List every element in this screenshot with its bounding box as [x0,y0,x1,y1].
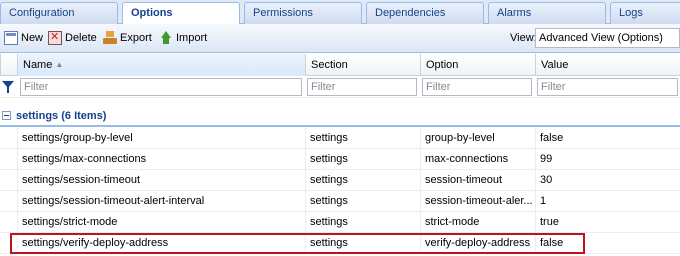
filter-section-input[interactable]: Filter [307,78,417,96]
tab-permissions[interactable]: Permissions [244,2,362,24]
table-row[interactable]: settings/max-connections settings max-co… [0,149,680,170]
filter-section-placeholder: Filter [311,81,336,93]
cell-value: 99 [535,149,680,170]
view-select-value: Advanced View (Options) [539,32,663,44]
table-row[interactable]: settings/strict-mode settings strict-mod… [0,212,680,233]
tab-alarms-label: Alarms [497,7,532,19]
delete-button-label: Delete [65,32,97,44]
tab-logs[interactable]: Logs [610,2,680,24]
cell-name: settings/max-connections [17,149,305,170]
collapse-icon[interactable] [2,111,11,120]
cell-option: session-timeout-aler... [420,191,535,212]
cell-section: settings [305,191,420,212]
view-label: View: [510,32,537,44]
import-button-label: Import [176,32,208,44]
view-select[interactable]: Advanced View (Options) [535,28,680,48]
filter-value-placeholder: Filter [541,81,566,93]
cell-name: settings/session-timeout [17,170,305,191]
cell-value: false [535,128,680,149]
import-button[interactable]: Import [159,30,207,46]
cell-section: settings [305,149,420,170]
cell-section: settings [305,233,420,254]
cell-value: false [535,233,680,254]
cell-section: settings [305,170,420,191]
tab-configuration-label: Configuration [9,7,75,19]
tab-dependencies[interactable]: Dependencies [366,2,484,24]
cell-option: max-connections [420,149,535,170]
filter-option-input[interactable]: Filter [422,78,532,96]
table-row[interactable]: settings/session-timeout settings sessio… [0,170,680,191]
cell-value: true [535,212,680,233]
export-button[interactable]: Export [103,30,152,46]
cell-option: group-by-level [420,128,535,149]
table-row[interactable]: settings/group-by-level settings group-b… [0,128,680,149]
column-header-value-label: Value [541,59,569,71]
column-header-name[interactable]: Name ▲ [17,54,305,76]
filter-row: Filter Filter Filter Filter [0,76,680,98]
table-row[interactable]: settings/verify-deploy-address settings … [0,233,680,254]
cell-section: settings [305,212,420,233]
filter-option-placeholder: Filter [426,81,451,93]
cell-option: verify-deploy-address [420,233,535,254]
new-document-icon [4,31,18,45]
cell-name: settings/session-timeout-alert-interval [17,191,305,212]
tab-options[interactable]: Options [122,2,240,25]
column-header-option-label: Option [426,59,459,71]
cell-option: session-timeout [420,170,535,191]
cell-value: 30 [535,170,680,191]
sort-ascending-icon: ▲ [55,60,64,69]
filter-funnel-icon [2,81,14,93]
export-icon [103,31,117,45]
column-header-value[interactable]: Value [535,54,680,76]
new-button-label: New [21,32,44,44]
cell-name: settings/strict-mode [17,212,305,233]
group-header-settings[interactable]: settings (6 Items) [0,107,680,127]
header-spacer [0,54,17,76]
filter-value-input[interactable]: Filter [537,78,678,96]
import-icon [159,31,173,45]
column-header-option[interactable]: Option [420,54,535,76]
grid-header: Name ▲ Section Option Value [0,54,680,76]
tab-bar: Configuration Options Permissions Depend… [0,0,680,25]
column-header-section-label: Section [311,59,348,71]
cell-name: settings/group-by-level [17,128,305,149]
column-header-name-label: Name [23,59,53,71]
column-header-section[interactable]: Section [305,54,420,76]
tab-permissions-label: Permissions [253,7,313,19]
group-title: settings (6 Items) [16,110,107,122]
filter-name-input[interactable]: Filter [20,78,302,96]
tab-configuration[interactable]: Configuration [0,2,118,24]
export-button-label: Export [120,32,152,44]
new-button[interactable]: New [4,30,43,46]
cell-section: settings [305,128,420,149]
delete-icon [48,30,62,45]
tab-alarms[interactable]: Alarms [488,2,606,24]
toolbar: New Delete Export Import View: Advanced … [0,24,680,53]
tab-dependencies-label: Dependencies [375,7,446,19]
cell-value: 1 [535,191,680,212]
cell-name: settings/verify-deploy-address [17,233,305,254]
cell-option: strict-mode [420,212,535,233]
delete-button[interactable]: Delete [48,30,97,46]
filter-name-placeholder: Filter [24,81,49,93]
tab-logs-label: Logs [619,7,643,19]
table-row[interactable]: settings/session-timeout-alert-interval … [0,191,680,212]
tab-options-label: Options [131,7,173,19]
